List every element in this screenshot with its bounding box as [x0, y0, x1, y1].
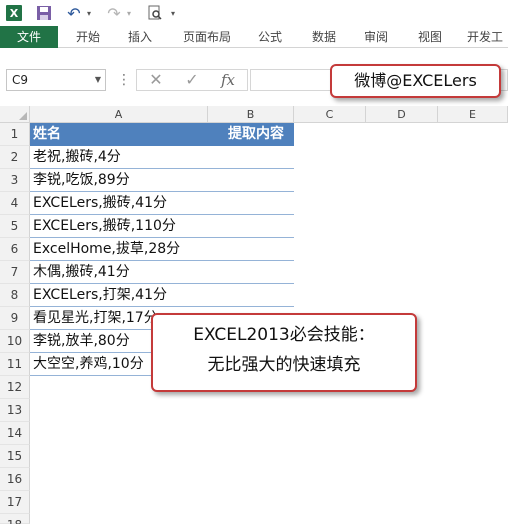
title-callout-line2: 无比强大的快速填充	[207, 355, 361, 375]
row-header[interactable]: 4	[0, 192, 30, 215]
tab-home[interactable]: 开始	[68, 26, 108, 48]
tab-view[interactable]: 视图	[410, 26, 450, 48]
column-header-a[interactable]: A	[30, 106, 208, 123]
tab-formulas[interactable]: 公式	[250, 26, 290, 48]
cell-b7[interactable]	[208, 261, 294, 284]
cell-a7[interactable]: 木偶,搬砖,41分	[30, 261, 208, 284]
cell-b8[interactable]	[208, 284, 294, 307]
tab-page-layout[interactable]: 页面布局	[176, 26, 238, 48]
redo-icon[interactable]: ↷	[106, 3, 122, 23]
cell-a6[interactable]: ExcelHome,拔草,28分	[30, 238, 208, 261]
cell-b3[interactable]	[208, 169, 294, 192]
row-header[interactable]: 9	[0, 307, 30, 330]
cancel-icon[interactable]: ✕	[141, 70, 171, 90]
column-header-b[interactable]: B	[208, 106, 294, 123]
row-header[interactable]: 10	[0, 330, 30, 353]
undo-dropdown-icon[interactable]: ▾	[84, 3, 94, 23]
ribbon-tabs: 文件 开始 插入 页面布局 公式 数据 审阅 视图 开发工	[0, 26, 508, 48]
row-header[interactable]: 3	[0, 169, 30, 192]
customize-toolbar-icon[interactable]: ▾	[168, 3, 178, 23]
watermark-text: 微博@EXCELers	[354, 71, 477, 90]
tab-data[interactable]: 数据	[304, 26, 344, 48]
cell-a5[interactable]: EXCELers,搬砖,110分	[30, 215, 208, 238]
cell-b2[interactable]	[208, 146, 294, 169]
row-header[interactable]: 16	[0, 468, 30, 491]
select-all-button[interactable]	[0, 106, 30, 123]
insert-function-icon[interactable]: fx	[213, 70, 243, 90]
row-header[interactable]: 2	[0, 146, 30, 169]
cell-b6[interactable]	[208, 238, 294, 261]
grip-dots-icon: ⋮	[117, 72, 131, 88]
cell-b5[interactable]	[208, 215, 294, 238]
name-box-value: C9	[12, 73, 29, 87]
enter-check-icon[interactable]: ✓	[177, 70, 207, 90]
print-preview-icon[interactable]	[146, 3, 164, 23]
tab-file[interactable]: 文件	[0, 26, 58, 48]
quick-access-toolbar: X ↶ ▾ ↷ ▾ ▾	[0, 0, 508, 26]
title-callout: EXCEL2013必会技能： 无比强大的快速填充	[151, 313, 417, 392]
row-header[interactable]: 7	[0, 261, 30, 284]
row-header[interactable]: 8	[0, 284, 30, 307]
row-header[interactable]: 18	[0, 514, 30, 524]
column-header-e[interactable]: E	[438, 106, 508, 123]
title-callout-line1: EXCEL2013必会技能：	[193, 325, 375, 345]
cell-b1[interactable]: 提取内容	[208, 123, 294, 146]
save-icon[interactable]	[34, 3, 54, 23]
cell-a3[interactable]: 李锐,吃饭,89分	[30, 169, 208, 192]
row-header[interactable]: 6	[0, 238, 30, 261]
row-header[interactable]: 12	[0, 376, 30, 399]
column-header-c[interactable]: C	[294, 106, 366, 123]
cell-a4[interactable]: EXCELers,搬砖,41分	[30, 192, 208, 215]
cell-a1[interactable]: 姓名	[30, 123, 208, 146]
cell-a8[interactable]: EXCELers,打架,41分	[30, 284, 208, 307]
row-header[interactable]: 15	[0, 445, 30, 468]
row-header[interactable]: 14	[0, 422, 30, 445]
formula-buttons: ✕ ✓ fx	[136, 69, 248, 91]
row-header[interactable]: 5	[0, 215, 30, 238]
tab-insert[interactable]: 插入	[120, 26, 160, 48]
undo-icon[interactable]: ↶	[66, 3, 82, 23]
tab-developer[interactable]: 开发工	[462, 26, 508, 48]
row-header[interactable]: 17	[0, 491, 30, 514]
row-header[interactable]: 13	[0, 399, 30, 422]
chevron-down-icon[interactable]: ▼	[95, 70, 101, 90]
row-header[interactable]: 1	[0, 123, 30, 146]
cell-a2[interactable]: 老祝,搬砖,4分	[30, 146, 208, 169]
tab-review[interactable]: 审阅	[356, 26, 396, 48]
excel-logo-icon: X	[6, 5, 22, 21]
watermark-callout: 微博@EXCELers	[330, 64, 501, 98]
redo-dropdown-icon[interactable]: ▾	[124, 3, 134, 23]
column-header-d[interactable]: D	[366, 106, 438, 123]
cell-b4[interactable]	[208, 192, 294, 215]
row-header[interactable]: 11	[0, 353, 30, 376]
name-box[interactable]: C9 ▼	[6, 69, 106, 91]
